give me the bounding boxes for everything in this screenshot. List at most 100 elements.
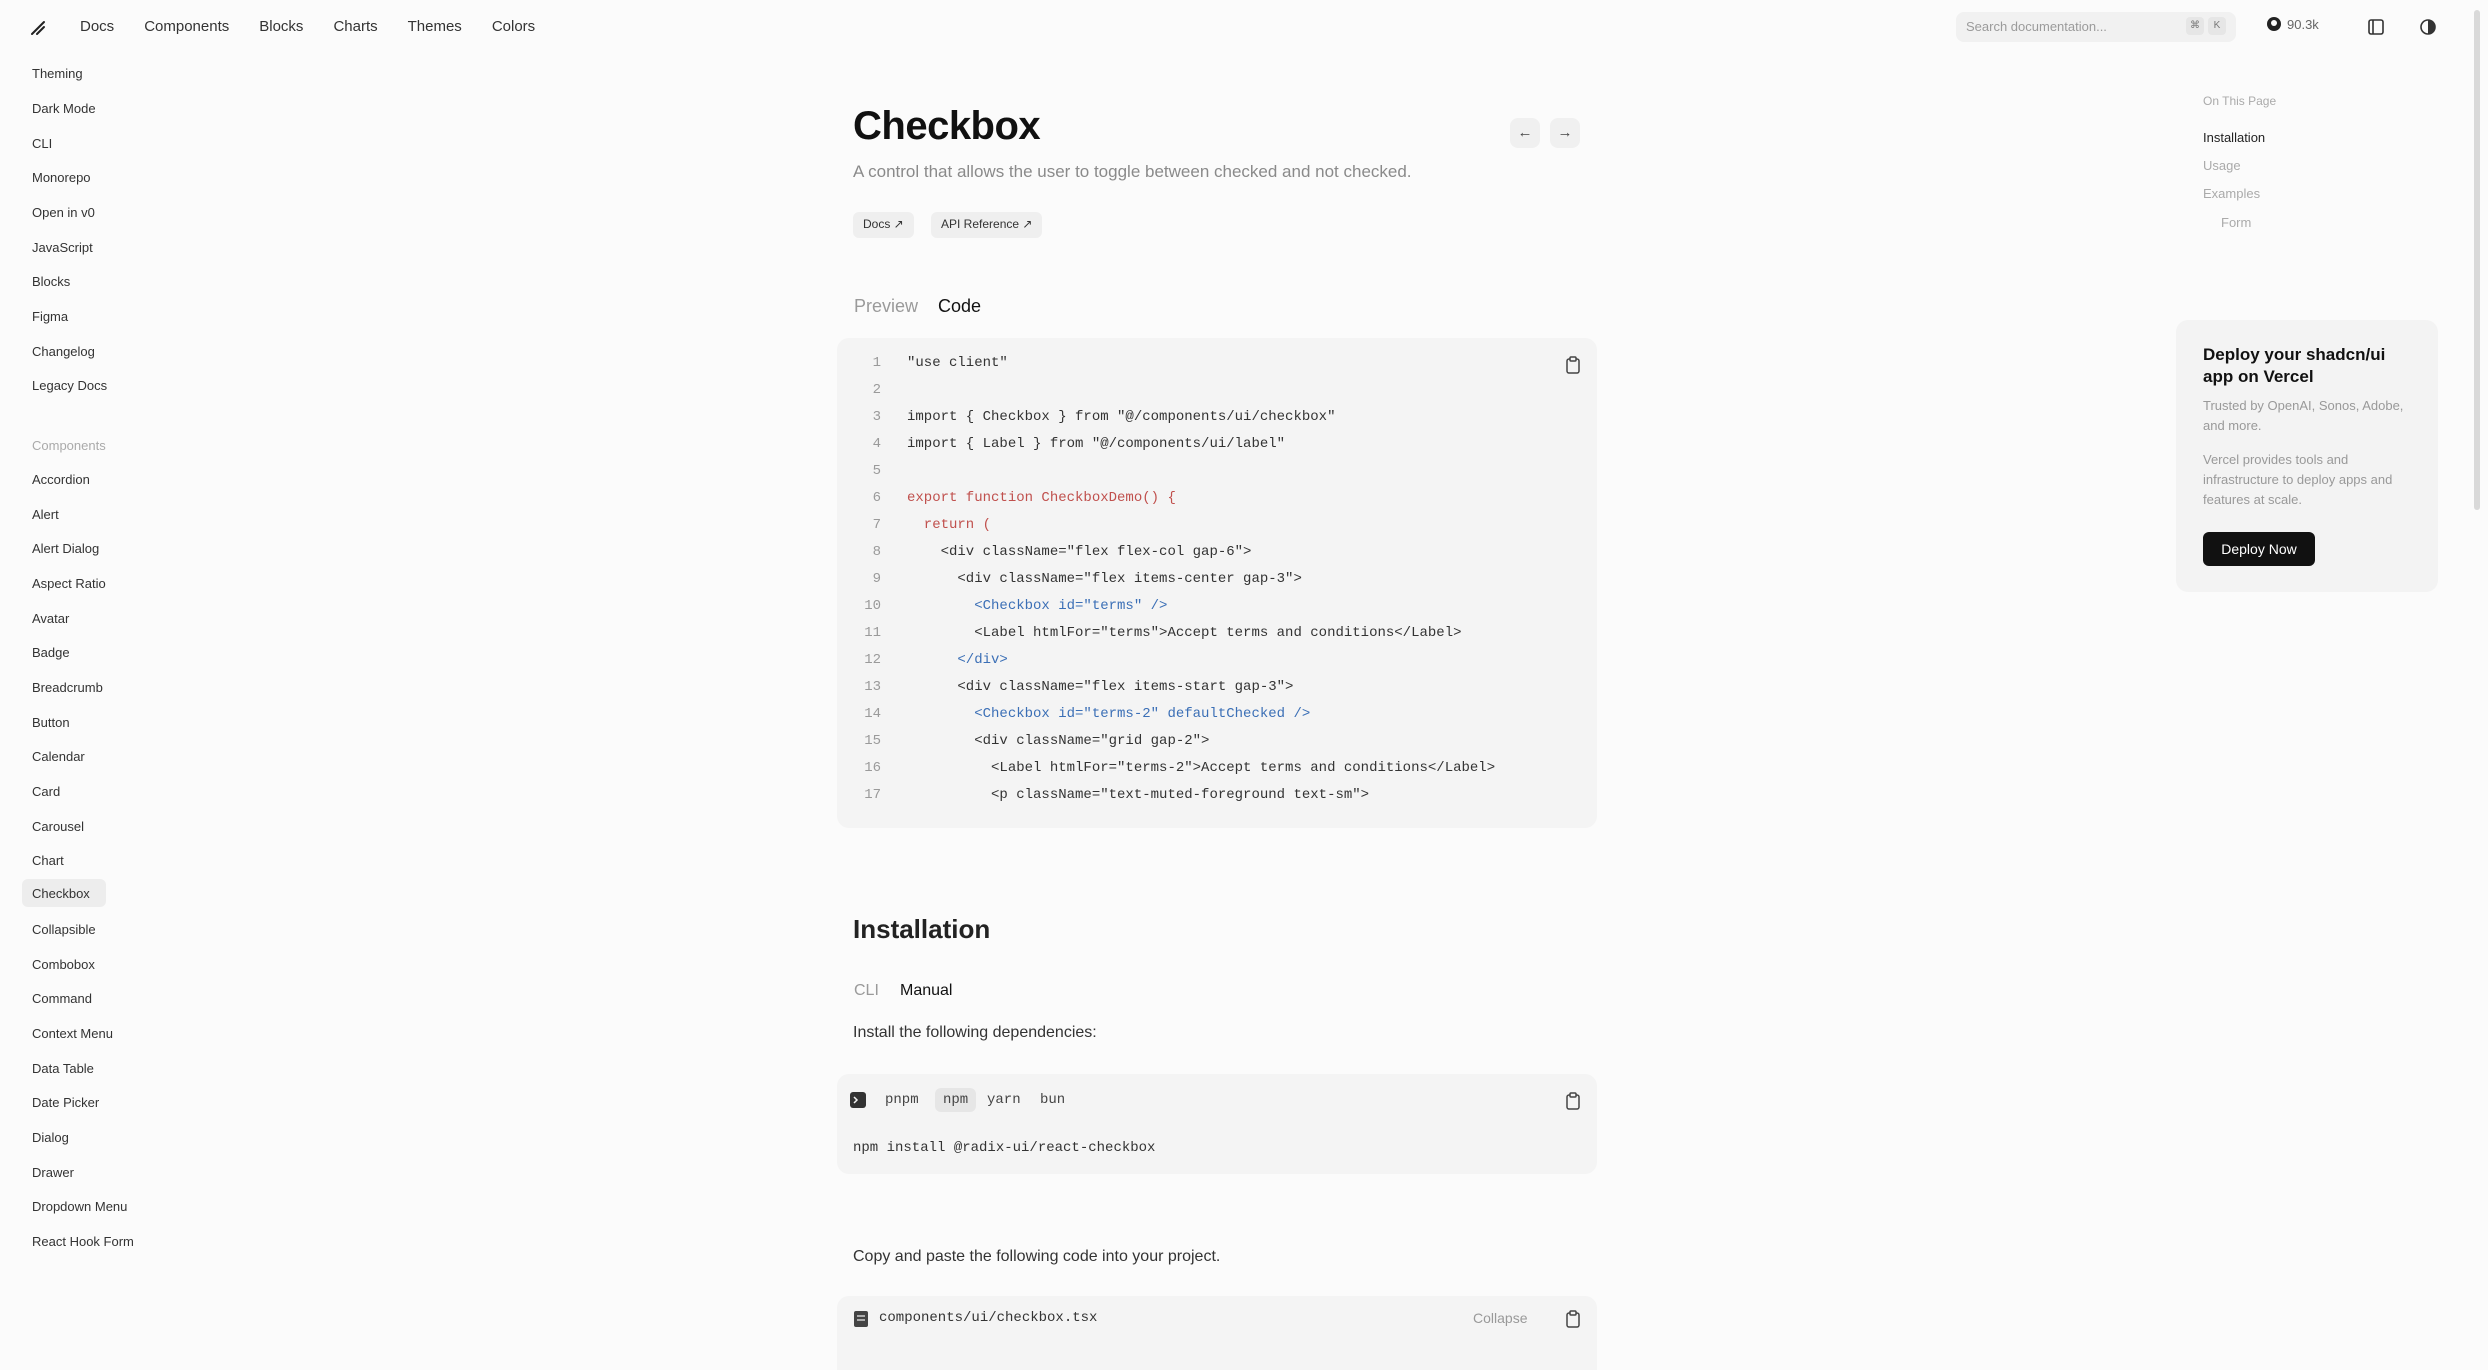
sidebar-item-alert-dialog[interactable]: Alert Dialog xyxy=(32,541,99,556)
sidebar-item-figma[interactable]: Figma xyxy=(32,309,68,324)
promo-trusted-text: Trusted by OpenAI, Sonos, Adobe, and mor… xyxy=(2203,398,2404,433)
line-number: 2 xyxy=(872,382,881,398)
docs-link-pill[interactable]: Docs ↗ xyxy=(853,212,914,238)
next-page-button[interactable]: → xyxy=(1550,118,1580,148)
line-number: 15 xyxy=(864,733,881,749)
collapse-button[interactable]: Collapse xyxy=(1473,1310,1527,1326)
file-name: components/ui/checkbox.tsx xyxy=(879,1310,1098,1326)
sidebar-item-open-in-v0[interactable]: Open in v0 xyxy=(32,205,95,220)
package-manager-block: pnpm npm yarn bun npm install @radix-ui/… xyxy=(837,1074,1597,1174)
pm-tab-yarn[interactable]: yarn xyxy=(979,1088,1029,1112)
pm-tab-bun[interactable]: bun xyxy=(1032,1088,1073,1112)
tab-cli[interactable]: CLI xyxy=(854,982,879,1000)
sidebar-item-calendar[interactable]: Calendar xyxy=(32,749,85,764)
vercel-promo-card: Deploy your shadcn/ui app on Vercel Trus… xyxy=(2176,320,2438,592)
nav-components[interactable]: Components xyxy=(144,18,229,35)
layout-icon[interactable] xyxy=(2366,17,2386,37)
nav-themes[interactable]: Themes xyxy=(408,18,462,35)
toc-heading: On This Page xyxy=(2203,94,2277,108)
toc-item-installation[interactable]: Installation xyxy=(2203,130,2265,145)
sidebar-item-theming[interactable]: Theming xyxy=(32,66,83,81)
sidebar-item-javascript[interactable]: JavaScript xyxy=(32,240,93,255)
sidebar-item-aspect-ratio[interactable]: Aspect Ratio xyxy=(32,576,106,591)
nav-docs[interactable]: Docs xyxy=(80,18,114,35)
code-text: </div> xyxy=(907,652,1008,668)
toc-item-form[interactable]: Form xyxy=(2221,215,2251,230)
tab-code[interactable]: Code xyxy=(938,296,981,317)
sidebar-components-heading: Components xyxy=(32,438,106,453)
toc-item-usage[interactable]: Usage xyxy=(2203,158,2241,173)
sidebar-item-badge[interactable]: Badge xyxy=(32,645,70,660)
sidebar-item-cli[interactable]: CLI xyxy=(32,136,52,151)
kbd-command: ⌘ xyxy=(2186,17,2204,35)
main-nav: Docs Components Blocks Charts Themes Col… xyxy=(80,18,535,35)
pm-tab-pnpm[interactable]: pnpm xyxy=(877,1088,927,1112)
code-text: <div className="flex items-start gap-3"> xyxy=(907,679,1294,695)
line-number: 13 xyxy=(864,679,881,695)
logo-icon[interactable] xyxy=(28,18,48,38)
sidebar-item-alert[interactable]: Alert xyxy=(32,507,59,522)
sidebar-item-context-menu[interactable]: Context Menu xyxy=(32,1026,113,1041)
line-number: 6 xyxy=(872,490,881,506)
prev-page-button[interactable]: ← xyxy=(1510,118,1540,148)
code-text: <Label htmlFor="terms-2">Accept terms an… xyxy=(907,760,1496,776)
copy-paste-text: Copy and paste the following code into y… xyxy=(853,1248,1221,1265)
copy-icon[interactable] xyxy=(1565,1310,1581,1328)
sidebar-item-collapsible[interactable]: Collapsible xyxy=(32,922,96,937)
github-stars: 90.3k xyxy=(2287,16,2319,32)
scrollbar[interactable] xyxy=(2474,10,2480,510)
copy-icon[interactable] xyxy=(1565,356,1581,374)
code-text: <p className="text-muted-foreground text… xyxy=(907,787,1370,803)
sidebar-item-carousel[interactable]: Carousel xyxy=(32,819,84,834)
sidebar-item-react-hook-form[interactable]: React Hook Form xyxy=(32,1234,134,1249)
nav-charts[interactable]: Charts xyxy=(333,18,377,35)
line-number: 16 xyxy=(864,760,881,776)
sidebar-item-monorepo[interactable]: Monorepo xyxy=(32,170,91,185)
nav-colors[interactable]: Colors xyxy=(492,18,535,35)
promo-description: Vercel provides tools and infrastructure… xyxy=(2203,452,2393,507)
top-navbar: Docs Components Blocks Charts Themes Col… xyxy=(0,0,2488,56)
sidebar-item-command[interactable]: Command xyxy=(32,991,92,1006)
sidebar-item-breadcrumb[interactable]: Breadcrumb xyxy=(32,680,103,695)
sidebar-item-legacy-docs[interactable]: Legacy Docs xyxy=(32,378,107,393)
line-number: 10 xyxy=(864,598,881,614)
search-input[interactable]: Search documentation... ⌘ K xyxy=(1956,12,2236,42)
copy-icon[interactable] xyxy=(1565,1092,1581,1110)
code-text: <Label htmlFor="terms">Accept terms and … xyxy=(907,625,1462,641)
sidebar-item-button[interactable]: Button xyxy=(32,715,70,730)
sidebar-item-dark-mode[interactable]: Dark Mode xyxy=(32,101,96,116)
github-link[interactable]: 90.3k xyxy=(2266,16,2319,32)
sidebar-item-drawer[interactable]: Drawer xyxy=(32,1165,74,1180)
pm-tab-npm[interactable]: npm xyxy=(935,1088,977,1112)
sidebar-item-dialog[interactable]: Dialog xyxy=(32,1130,69,1145)
sidebar-item-date-picker[interactable]: Date Picker xyxy=(32,1095,99,1110)
install-deps-text: Install the following dependencies: xyxy=(853,1024,1097,1041)
line-number: 8 xyxy=(872,544,881,560)
sidebar-item-accordion[interactable]: Accordion xyxy=(32,472,90,487)
line-number: 17 xyxy=(864,787,881,803)
sidebar-item-data-table[interactable]: Data Table xyxy=(32,1061,94,1076)
promo-title: Deploy your shadcn/ui app on Vercel xyxy=(2203,345,2386,386)
sidebar-item-changelog[interactable]: Changelog xyxy=(32,344,95,359)
sidebar-item-dropdown-menu[interactable]: Dropdown Menu xyxy=(32,1199,127,1214)
sidebar-item-avatar[interactable]: Avatar xyxy=(32,611,69,626)
installation-heading: Installation xyxy=(853,914,991,944)
line-number: 5 xyxy=(872,463,881,479)
nav-blocks[interactable]: Blocks xyxy=(259,18,303,35)
code-text: import { Label } from "@/components/ui/l… xyxy=(907,436,1286,452)
deploy-now-button[interactable]: Deploy Now xyxy=(2203,532,2315,566)
toc-item-examples[interactable]: Examples xyxy=(2203,186,2260,201)
tab-manual[interactable]: Manual xyxy=(900,982,952,1000)
api-reference-pill[interactable]: API Reference ↗ xyxy=(931,212,1043,238)
line-number: 4 xyxy=(872,436,881,452)
theme-toggle-icon[interactable] xyxy=(2418,17,2438,37)
code-text: <Checkbox id="terms-2" defaultChecked /> xyxy=(907,706,1311,722)
sidebar-item-blocks[interactable]: Blocks xyxy=(32,274,70,289)
kbd-k: K xyxy=(2208,17,2226,35)
sidebar-item-card[interactable]: Card xyxy=(32,784,60,799)
sidebar-item-checkbox[interactable]: Checkbox xyxy=(32,886,90,901)
code-text: return ( xyxy=(907,517,992,533)
sidebar-item-combobox[interactable]: Combobox xyxy=(32,957,95,972)
tab-preview[interactable]: Preview xyxy=(854,296,918,317)
sidebar-item-chart[interactable]: Chart xyxy=(32,853,64,868)
